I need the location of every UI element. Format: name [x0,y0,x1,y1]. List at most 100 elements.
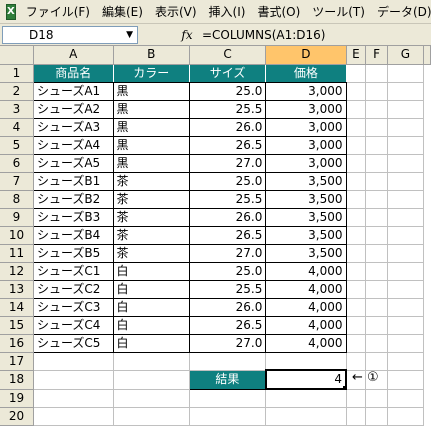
empty-cell[interactable] [387,154,425,173]
data-cell[interactable]: 25.0 [189,82,267,101]
menu-item-2[interactable]: 表示(V) [149,2,203,22]
data-cell[interactable]: シューズB1 [33,172,114,191]
row-header[interactable]: 10 [0,226,34,245]
data-cell[interactable]: 27.0 [189,154,267,173]
empty-cell[interactable] [365,118,388,137]
data-cell[interactable]: シューズB4 [33,226,114,245]
empty-cell[interactable] [189,407,267,426]
empty-cell[interactable] [113,407,190,426]
empty-cell[interactable] [387,298,425,317]
data-cell[interactable]: 26.5 [189,136,267,155]
header-cell[interactable]: 商品名 [33,64,114,83]
data-cell[interactable]: 26.0 [189,208,267,227]
empty-cell[interactable] [265,352,347,371]
chevron-down-icon[interactable]: ▼ [126,27,133,43]
data-cell[interactable]: 白 [113,280,190,299]
empty-cell[interactable] [33,407,114,426]
row-header[interactable]: 17 [0,352,34,371]
empty-cell[interactable] [365,407,388,426]
row-header[interactable]: 15 [0,316,34,335]
data-cell[interactable]: シューズA5 [33,154,114,173]
row-header[interactable]: 6 [0,154,34,173]
empty-cell[interactable] [189,352,267,371]
name-box[interactable]: D18 ▼ [2,25,138,44]
empty-cell[interactable] [346,298,367,317]
empty-cell[interactable] [346,190,367,209]
row-header[interactable]: 4 [0,118,34,137]
data-cell[interactable]: 白 [113,298,190,317]
data-cell[interactable]: 25.5 [189,100,267,119]
empty-cell[interactable] [387,280,425,299]
empty-cell[interactable] [365,352,388,371]
data-cell[interactable]: 25.5 [189,190,267,209]
empty-cell[interactable] [387,226,425,245]
data-cell[interactable]: シューズB5 [33,244,114,263]
empty-cell[interactable] [387,64,425,83]
data-cell[interactable]: 白 [113,262,190,281]
empty-cell[interactable] [387,208,425,227]
header-cell[interactable]: 価格 [265,64,347,83]
data-cell[interactable]: 茶 [113,190,190,209]
row-header[interactable]: 5 [0,136,34,155]
row-header[interactable]: 20 [0,407,34,426]
data-cell[interactable]: 3,500 [265,208,347,227]
empty-cell[interactable] [346,389,367,408]
data-cell[interactable]: 4,000 [265,280,347,299]
data-cell[interactable]: シューズA1 [33,82,114,101]
data-cell[interactable]: シューズB2 [33,190,114,209]
empty-cell[interactable] [365,136,388,155]
data-cell[interactable]: 黒 [113,118,190,137]
empty-cell[interactable] [365,226,388,245]
data-cell[interactable]: 26.5 [189,226,267,245]
empty-cell[interactable] [346,407,367,426]
data-cell[interactable]: 3,000 [265,136,347,155]
empty-cell[interactable] [365,262,388,281]
data-cell[interactable]: 3,500 [265,190,347,209]
data-cell[interactable]: 黒 [113,136,190,155]
empty-cell[interactable] [365,334,388,353]
empty-cell[interactable] [346,154,367,173]
empty-cell[interactable] [387,316,425,335]
menu-item-1[interactable]: 編集(E) [96,2,149,22]
empty-cell[interactable] [33,389,114,408]
data-cell[interactable]: 白 [113,334,190,353]
empty-cell[interactable] [387,407,425,426]
empty-cell[interactable] [346,64,367,83]
empty-cell[interactable] [365,172,388,191]
empty-cell[interactable] [265,407,347,426]
row-header[interactable]: 14 [0,298,34,317]
excel-app-icon[interactable]: X [6,3,16,20]
row-header[interactable]: 7 [0,172,34,191]
empty-cell[interactable] [113,352,190,371]
empty-cell[interactable] [346,172,367,191]
column-header-f[interactable]: F [365,46,388,65]
empty-cell[interactable] [387,370,425,390]
fill-handle[interactable] [342,385,344,387]
empty-cell[interactable] [387,389,425,408]
empty-cell[interactable] [387,136,425,155]
data-cell[interactable]: シューズB3 [33,208,114,227]
row-header[interactable]: 8 [0,190,34,209]
empty-cell[interactable] [346,226,367,245]
menu-item-3[interactable]: 挿入(I) [203,2,252,22]
data-cell[interactable]: 25.0 [189,262,267,281]
data-cell[interactable]: 4,000 [265,316,347,335]
select-all-corner[interactable] [0,46,34,65]
data-cell[interactable]: シューズA2 [33,100,114,119]
data-cell[interactable]: 25.0 [189,172,267,191]
empty-cell[interactable] [365,208,388,227]
data-cell[interactable]: 26.0 [189,298,267,317]
menu-item-5[interactable]: ツール(T) [306,2,371,22]
data-cell[interactable]: 4,000 [265,334,347,353]
data-cell[interactable]: シューズC2 [33,280,114,299]
data-cell[interactable]: シューズC3 [33,298,114,317]
empty-cell[interactable] [346,280,367,299]
data-cell[interactable]: 27.0 [189,334,267,353]
row-header[interactable]: 2 [0,82,34,101]
result-label-cell[interactable]: 結果 [188,369,267,390]
row-header[interactable]: 12 [0,262,34,281]
data-cell[interactable]: 3,000 [265,154,347,173]
data-cell[interactable]: 黒 [113,82,190,101]
data-cell[interactable]: シューズA4 [33,136,114,155]
empty-cell[interactable] [265,389,347,408]
